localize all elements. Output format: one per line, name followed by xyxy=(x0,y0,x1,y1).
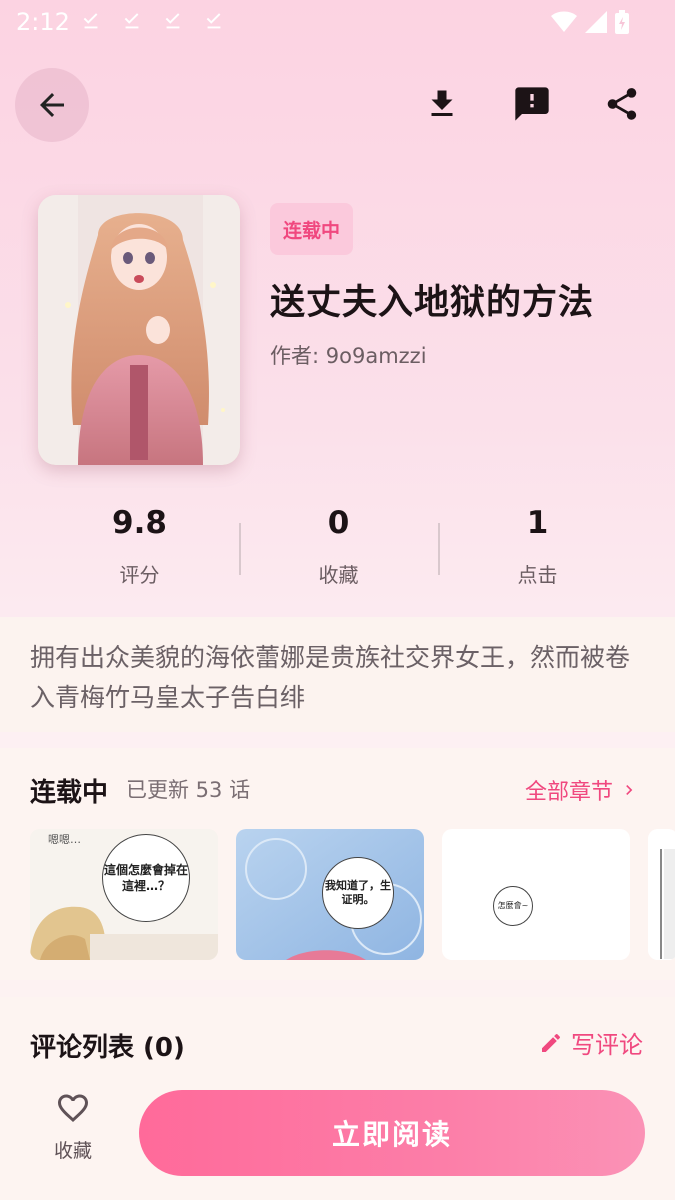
download-done-icon xyxy=(165,13,180,29)
chapter-thumbnail[interactable] xyxy=(648,829,675,960)
speech-bubble: 這個怎麼會掉在這裡…？ xyxy=(102,834,190,922)
thumb-caption: 嗯嗯… xyxy=(48,833,81,846)
write-comment-label: 写评论 xyxy=(571,1031,643,1059)
download-done-icon xyxy=(83,13,98,29)
battery-icon xyxy=(615,10,629,34)
favorite-button[interactable]: 收藏 xyxy=(40,1090,106,1163)
serial-status-badge: 连载中 xyxy=(270,203,353,255)
stat-label: 评分 xyxy=(119,563,160,587)
download-button[interactable] xyxy=(420,82,464,126)
status-bar: 2:12 xyxy=(0,0,675,46)
stat-value: 1 xyxy=(526,505,549,541)
feedback-icon xyxy=(515,87,549,121)
status-icons xyxy=(551,10,629,34)
all-chapters-label: 全部章节 xyxy=(524,780,613,805)
arrow-back-icon xyxy=(40,93,64,117)
wifi-icon xyxy=(551,11,577,32)
share-button[interactable] xyxy=(600,82,644,126)
download-icon xyxy=(431,90,453,116)
stats-row: 9.8 评分 0 收藏 1 点击 xyxy=(40,505,637,595)
stat-rating: 9.8 评分 xyxy=(40,505,239,595)
stat-label: 收藏 xyxy=(318,563,359,587)
write-comment-button[interactable]: 写评论 xyxy=(539,1025,643,1060)
status-time: 2:12 xyxy=(16,8,70,36)
speech-bubble: 我知道了，生证明。 xyxy=(322,857,394,929)
chapters-count: 已更新 53 话 xyxy=(126,778,251,802)
download-done-icon xyxy=(206,13,221,29)
read-now-button[interactable]: 立即阅读 xyxy=(139,1090,645,1176)
divider xyxy=(438,523,440,575)
speech-bubble: 怎麼會~ xyxy=(493,886,533,926)
stat-favorites: 0 收藏 xyxy=(239,505,438,595)
comments-title: 评论列表 (0) xyxy=(30,1033,185,1063)
divider xyxy=(239,523,241,575)
download-done-icon xyxy=(124,13,139,29)
chapter-thumbnail[interactable]: 我知道了，生证明。 xyxy=(236,829,424,960)
stat-label: 点击 xyxy=(517,563,558,587)
pencil-icon xyxy=(542,1033,561,1052)
book-cover[interactable] xyxy=(38,195,240,465)
book-author: 作者: 9o9amzzi xyxy=(270,344,427,368)
stat-value: 9.8 xyxy=(112,505,167,541)
chapter-art xyxy=(648,829,675,960)
cover-illustration xyxy=(38,195,240,465)
chapter-thumbnail[interactable]: 怎麼會~ xyxy=(442,829,630,960)
favorite-label: 收藏 xyxy=(53,1140,92,1162)
all-chapters-link[interactable]: 全部章节 xyxy=(525,774,639,806)
stat-clicks: 1 点击 xyxy=(438,505,637,595)
book-description[interactable]: 拥有出众美貌的海依蕾娜是贵族社交界女王，然而被卷入青梅竹马皇太子告白绯 xyxy=(30,638,650,718)
chevron-right-icon xyxy=(626,785,633,795)
chapter-thumbnail[interactable]: 嗯嗯… 這個怎麼會掉在這裡…？ xyxy=(30,829,218,960)
signal-icon xyxy=(585,11,607,33)
share-icon xyxy=(607,88,637,120)
book-title: 送丈夫入地狱的方法 xyxy=(270,283,595,323)
report-button[interactable] xyxy=(510,82,554,126)
chapters-section-title: 连载中 xyxy=(30,778,109,808)
back-button[interactable] xyxy=(15,68,89,142)
heart-outline-icon xyxy=(58,1094,88,1123)
stat-value: 0 xyxy=(327,505,350,541)
